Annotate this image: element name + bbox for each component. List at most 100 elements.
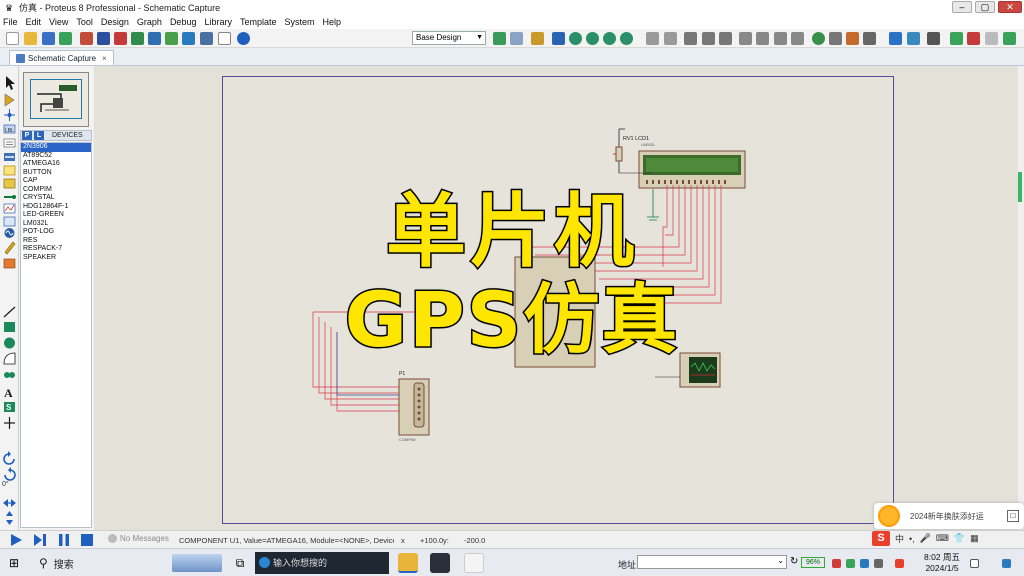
step-simulation-icon[interactable] <box>34 534 46 546</box>
schematic-canvas[interactable]: RV1 LCD1 LM032L P1 COMPIM <box>94 66 1024 530</box>
import-icon[interactable] <box>59 32 72 45</box>
zoom-in-icon[interactable] <box>569 32 582 45</box>
make-device-icon[interactable] <box>829 32 842 45</box>
sogou-logo-icon[interactable]: S <box>872 531 890 546</box>
skin-notification[interactable]: 2024新年换肤添好运 □ <box>874 503 1024 529</box>
menu-debug[interactable]: Debug <box>170 17 197 27</box>
zoom-all-icon[interactable] <box>603 32 616 45</box>
pick-devices-button[interactable]: P <box>22 131 32 140</box>
run-simulation-icon[interactable] <box>10 534 22 546</box>
origin-icon[interactable] <box>531 32 544 45</box>
new-sheet-icon[interactable] <box>950 32 963 45</box>
path-tool-icon[interactable] <box>4 372 15 378</box>
schematic-icon[interactable] <box>97 32 110 45</box>
subcircuit-icon[interactable] <box>3 165 16 176</box>
menu-view[interactable]: View <box>49 17 68 27</box>
stop-simulation-icon[interactable] <box>81 534 93 546</box>
device-list-item[interactable]: SPEAKER <box>21 254 91 263</box>
voltage-probe-icon[interactable] <box>4 241 16 255</box>
pause-simulation-icon[interactable] <box>58 534 70 546</box>
exit-parent-icon[interactable] <box>985 32 998 45</box>
netlist-icon[interactable] <box>1003 32 1016 45</box>
remove-sheet-icon[interactable] <box>967 32 980 45</box>
block-copy-icon[interactable] <box>739 32 752 45</box>
vertical-scrollbar[interactable] <box>1018 66 1024 530</box>
close-button[interactable]: ✕ <box>998 1 1022 13</box>
menu-template[interactable]: Template <box>240 17 277 27</box>
copy-icon[interactable] <box>702 32 715 45</box>
gerber-icon[interactable] <box>131 32 144 45</box>
library-manager-button[interactable]: L <box>34 131 44 140</box>
symbol-tool-icon[interactable]: S <box>4 402 15 412</box>
tray-app-icon[interactable] <box>832 559 841 568</box>
menu-system[interactable]: System <box>285 17 315 27</box>
vsm-icon[interactable] <box>200 32 213 45</box>
zoom-area-icon[interactable] <box>620 32 633 45</box>
selection-mode-icon[interactable] <box>6 76 15 90</box>
text-script-icon[interactable] <box>3 138 16 148</box>
graph-mode-icon[interactable] <box>3 203 16 214</box>
rotate-anticlockwise-icon[interactable] <box>4 467 16 481</box>
schematic-sheet[interactable]: RV1 LCD1 LM032L P1 COMPIM <box>222 76 894 524</box>
ime-mode-toggle[interactable]: 中 <box>895 532 904 545</box>
box-tool-icon[interactable] <box>4 322 15 332</box>
tape-recorder-icon[interactable] <box>3 216 16 227</box>
file-explorer-icon[interactable] <box>398 553 418 573</box>
flip-horizontal-icon[interactable] <box>3 499 16 507</box>
home-icon[interactable] <box>80 32 93 45</box>
action-center-icon[interactable] <box>970 559 979 568</box>
tab-close-icon[interactable]: × <box>102 54 107 63</box>
mcu-chip[interactable] <box>514 256 596 368</box>
source-code-icon[interactable] <box>182 32 195 45</box>
battery-indicator[interactable]: 96% <box>801 557 825 568</box>
virtual-instruments-icon[interactable] <box>3 258 16 269</box>
refresh-icon[interactable] <box>493 32 506 45</box>
messages-indicator[interactable]: No Messages <box>108 534 169 543</box>
design-variant-select[interactable]: Base Design ▼ <box>412 31 486 45</box>
pan-icon[interactable] <box>552 32 565 45</box>
menu-edit[interactable]: Edit <box>26 17 42 27</box>
device-list-item[interactable]: POT-LOG <box>21 228 91 237</box>
menu-design[interactable]: Design <box>101 17 129 27</box>
search-tag-icon[interactable] <box>907 32 920 45</box>
pick-device-icon[interactable] <box>812 32 825 45</box>
device-list-item[interactable]: ATMEGA16 <box>21 160 91 169</box>
line-tool-icon[interactable] <box>3 306 16 318</box>
bom-icon[interactable] <box>165 32 178 45</box>
ime-punctuation-icon[interactable]: •, <box>909 534 915 544</box>
device-pins-icon[interactable] <box>4 195 16 199</box>
device-list-item[interactable]: RESPACK-7 <box>21 245 91 254</box>
tray-network-icon[interactable] <box>860 559 869 568</box>
ime-keyboard-icon[interactable]: ⌨ <box>936 533 949 544</box>
new-file-icon[interactable] <box>6 32 19 45</box>
generator-icon[interactable] <box>4 228 15 238</box>
device-list-item[interactable]: HDG12864F-1 <box>21 203 91 212</box>
decompose-icon[interactable] <box>863 32 876 45</box>
circle-tool-icon[interactable] <box>4 337 15 349</box>
system-clock[interactable]: 8:02 周五 2024/1/5 <box>922 552 962 574</box>
tray-ime-icon[interactable] <box>895 559 904 568</box>
tray-volume-icon[interactable] <box>874 559 883 568</box>
wire-label-icon[interactable]: LBL <box>3 124 16 134</box>
zoom-out-icon[interactable] <box>586 32 599 45</box>
save-icon[interactable] <box>42 32 55 45</box>
tab-schematic-capture[interactable]: Schematic Capture × <box>9 50 114 65</box>
buses-icon[interactable] <box>4 153 15 161</box>
proteus-taskbar-icon[interactable] <box>430 553 450 573</box>
menu-graph[interactable]: Graph <box>137 17 162 27</box>
arc-tool-icon[interactable] <box>3 352 16 365</box>
windows-start-icon[interactable]: ⊞ <box>9 556 23 570</box>
marker-tool-icon[interactable] <box>4 417 15 429</box>
minimize-button[interactable]: – <box>952 1 972 13</box>
virtual-terminal[interactable] <box>655 352 721 388</box>
overview-window[interactable] <box>23 72 89 127</box>
menu-help[interactable]: Help <box>323 17 342 27</box>
device-list-item[interactable]: COMPIM <box>21 186 91 195</box>
redo-icon[interactable] <box>664 32 677 45</box>
tray-wechat-icon[interactable] <box>846 559 855 568</box>
property-tool-icon[interactable] <box>927 32 940 45</box>
device-list-item[interactable]: CAP <box>21 177 91 186</box>
device-list-item[interactable]: AT89C52 <box>21 152 91 161</box>
pcb-icon[interactable] <box>114 32 127 45</box>
browser-search-box[interactable]: 输入你想搜的 <box>255 552 389 574</box>
